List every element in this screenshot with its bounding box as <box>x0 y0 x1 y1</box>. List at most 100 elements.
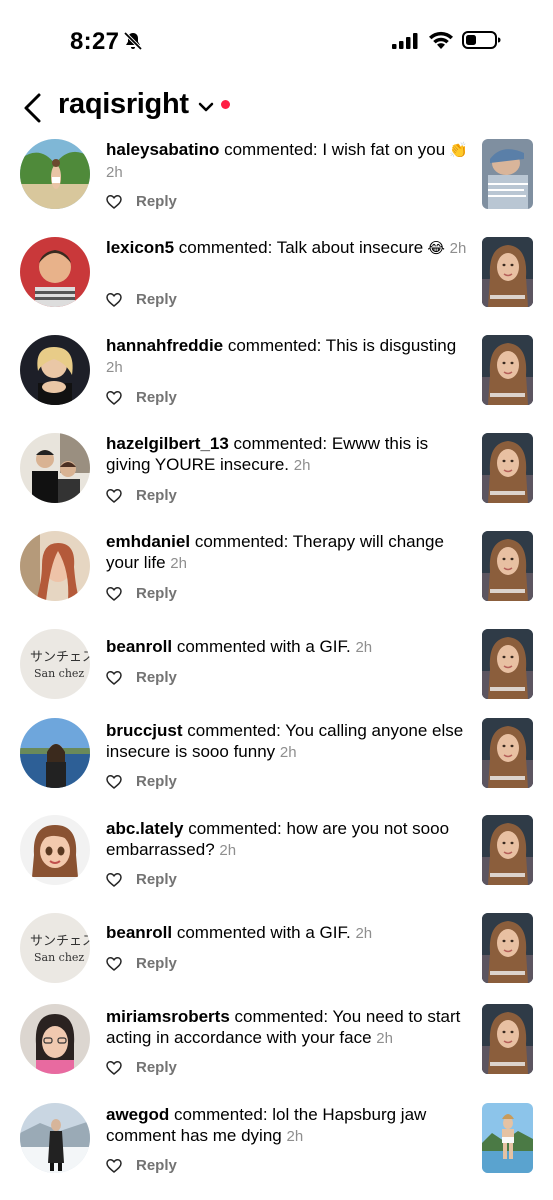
reply-button[interactable]: Reply <box>136 1059 177 1076</box>
post-thumbnail[interactable] <box>482 1004 533 1074</box>
heart-icon[interactable] <box>106 292 122 308</box>
avatar[interactable] <box>20 335 90 405</box>
username[interactable]: hazelgilbert_13 <box>106 434 229 453</box>
post-thumbnail[interactable] <box>482 237 533 307</box>
heart-icon[interactable] <box>106 956 122 972</box>
username[interactable]: beanroll <box>106 923 172 942</box>
notification-row[interactable]: abc.lately commented: how are you not so… <box>0 809 553 905</box>
notification-row[interactable]: awegod commented: lol the Hapsburg jaw c… <box>0 1095 553 1191</box>
avatar[interactable] <box>20 718 90 788</box>
reply-button[interactable]: Reply <box>136 955 177 972</box>
avatar[interactable] <box>20 237 90 307</box>
avatar[interactable] <box>20 531 90 601</box>
emoji: 👏 <box>445 142 469 159</box>
chevron-left-icon[interactable] <box>22 92 44 124</box>
row-actions: Reply <box>106 193 177 210</box>
heart-icon[interactable] <box>106 488 122 504</box>
notification-row[interactable]: miriamsroberts commented: You need to st… <box>0 997 553 1093</box>
avatar[interactable] <box>20 433 90 503</box>
reply-button[interactable]: Reply <box>136 487 177 504</box>
reply-button[interactable]: Reply <box>136 291 177 308</box>
thumbnail-image <box>482 531 533 601</box>
thumbnail-image <box>482 335 533 405</box>
heart-icon[interactable] <box>106 1060 122 1076</box>
row-actions: Reply <box>106 487 177 504</box>
timestamp: 2h <box>286 1128 304 1145</box>
username[interactable]: haleysabatino <box>106 140 219 159</box>
thumbnail-image <box>482 815 533 885</box>
comment-text: commented: Talk about insecure <box>174 238 424 257</box>
battery-low-icon <box>462 31 501 49</box>
notification-row[interactable]: haleysabatino commented: I wish fat on y… <box>0 130 553 226</box>
avatar-image <box>20 139 90 209</box>
username[interactable]: lexicon5 <box>106 238 174 257</box>
notification-row[interactable]: hazelgilbert_13 commented: Ewww this is … <box>0 424 553 520</box>
avatar[interactable] <box>20 1004 90 1074</box>
reply-button[interactable]: Reply <box>136 193 177 210</box>
heart-icon[interactable] <box>106 872 122 888</box>
bell-slash-icon <box>123 31 143 51</box>
heart-icon[interactable] <box>106 194 122 210</box>
notification-text: beanroll commented with a GIF. 2h <box>106 636 472 658</box>
notification-row[interactable]: lexicon5 commented: Talk about insecure … <box>0 228 553 324</box>
notification-row[interactable]: hannahfreddie commented: This is disgust… <box>0 326 553 422</box>
notification-text: abc.lately commented: how are you not so… <box>106 818 472 861</box>
heart-icon[interactable] <box>106 390 122 406</box>
timestamp: 2h <box>376 1030 393 1047</box>
header: raqisright <box>0 86 553 130</box>
avatar[interactable]: サンチェス San chez <box>20 629 90 699</box>
thumbnail-image <box>482 1004 533 1074</box>
avatar-image <box>20 335 90 405</box>
row-actions: Reply <box>106 773 177 790</box>
post-thumbnail[interactable] <box>482 913 533 983</box>
reply-button[interactable]: Reply <box>136 669 177 686</box>
timestamp: 2h <box>355 925 373 942</box>
row-actions: Reply <box>106 669 177 686</box>
svg-text:San chez: San chez <box>34 667 84 680</box>
username[interactable]: abc.lately <box>106 819 184 838</box>
timestamp: 2h <box>355 639 373 656</box>
svg-text:San chez: San chez <box>34 951 84 964</box>
reply-button[interactable]: Reply <box>136 585 177 602</box>
username[interactable]: awegod <box>106 1105 169 1124</box>
username[interactable]: emhdaniel <box>106 532 190 551</box>
notification-row[interactable]: bruccjust commented: You calling anyone … <box>0 711 553 807</box>
reply-button[interactable]: Reply <box>136 389 177 406</box>
heart-icon[interactable] <box>106 586 122 602</box>
heart-icon[interactable] <box>106 1158 122 1174</box>
post-thumbnail[interactable] <box>482 1103 533 1173</box>
avatar-image <box>20 433 90 503</box>
post-thumbnail[interactable] <box>482 335 533 405</box>
heart-icon[interactable] <box>106 774 122 790</box>
timestamp: 2h <box>293 457 311 474</box>
username[interactable]: hannahfreddie <box>106 336 223 355</box>
reply-button[interactable]: Reply <box>136 871 177 888</box>
post-thumbnail[interactable] <box>482 531 533 601</box>
notification-text: bruccjust commented: You calling anyone … <box>106 720 472 763</box>
reply-button[interactable]: Reply <box>136 773 177 790</box>
post-thumbnail[interactable] <box>482 815 533 885</box>
comment-text: commented with a GIF. <box>172 637 351 656</box>
heart-icon[interactable] <box>106 670 122 686</box>
avatar[interactable] <box>20 1103 90 1173</box>
post-thumbnail[interactable] <box>482 433 533 503</box>
reply-button[interactable]: Reply <box>136 1157 177 1174</box>
username[interactable]: beanroll <box>106 637 172 656</box>
thumbnail-image <box>482 1103 533 1173</box>
avatar[interactable]: サンチェス San chez <box>20 913 90 983</box>
username[interactable]: bruccjust <box>106 721 183 740</box>
account-switcher[interactable]: raqisright <box>58 88 230 121</box>
avatar-image <box>20 815 90 885</box>
post-thumbnail[interactable] <box>482 629 533 699</box>
notification-row[interactable]: サンチェス San chez beanroll commented with a … <box>0 627 553 723</box>
avatar[interactable] <box>20 139 90 209</box>
emoji: 😂 <box>423 240 445 257</box>
username[interactable]: miriamsroberts <box>106 1007 230 1026</box>
avatar-image: サンチェス San chez <box>20 629 90 699</box>
post-thumbnail[interactable] <box>482 139 533 209</box>
notification-row[interactable]: サンチェス San chez beanroll commented with a … <box>0 913 553 1009</box>
avatar[interactable] <box>20 815 90 885</box>
post-thumbnail[interactable] <box>482 718 533 788</box>
notification-row[interactable]: emhdaniel commented: Therapy will change… <box>0 522 553 618</box>
page-title: raqisright <box>58 88 189 120</box>
